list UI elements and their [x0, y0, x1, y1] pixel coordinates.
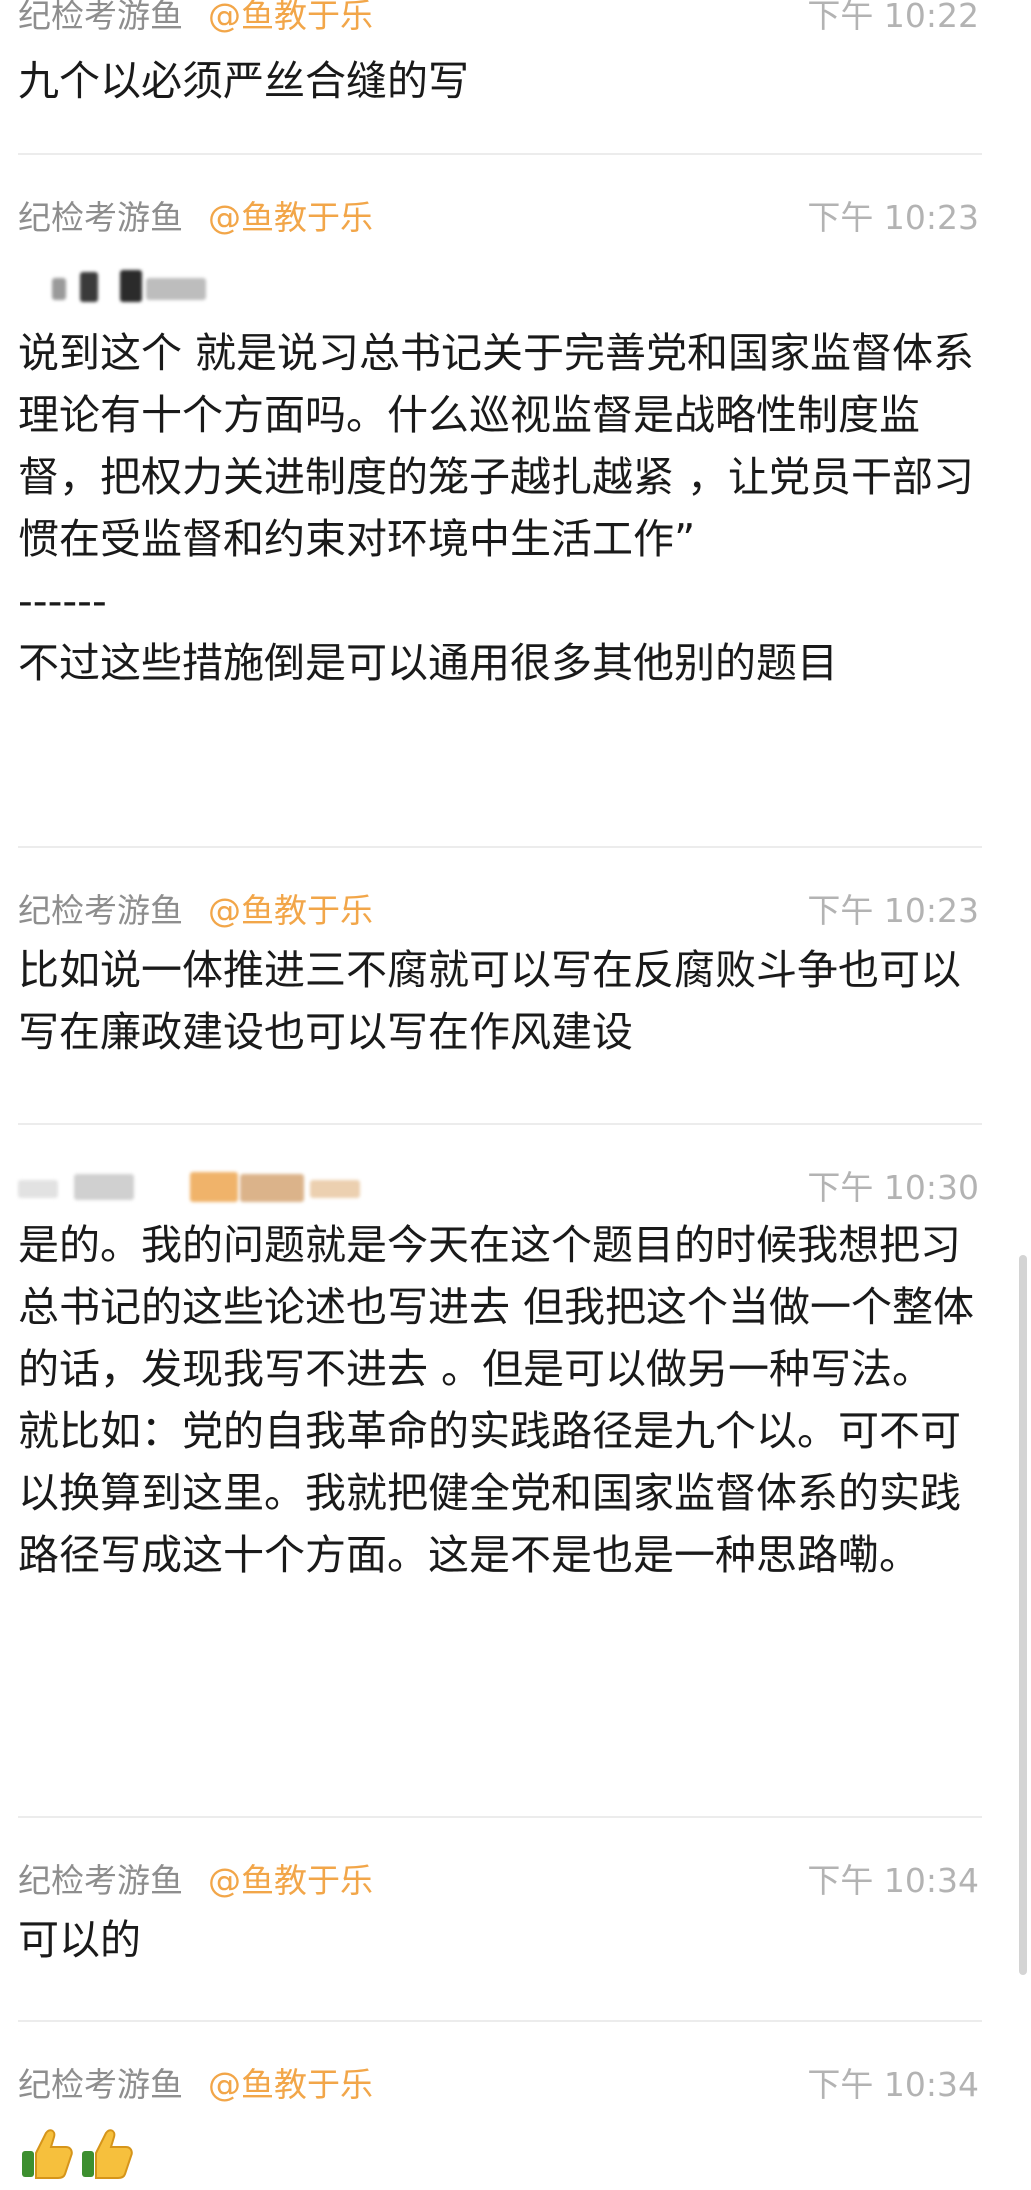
- message-header: 纪检考游鱼 @鱼教于乐 下午 10:34: [0, 1857, 1031, 1905]
- mention-tag[interactable]: @鱼教于乐: [208, 2061, 373, 2109]
- message-header: 纪检考游鱼 @鱼教于乐 下午 10:23: [0, 194, 1031, 242]
- sender-name[interactable]: 纪检考游鱼: [18, 2061, 183, 2109]
- message-header: 纪检考游鱼 @鱼教于乐 下午 10:34: [0, 2061, 1031, 2109]
- divider: [18, 153, 982, 155]
- mention-tag[interactable]: @鱼教于乐: [208, 0, 373, 40]
- blurred-sender-name[interactable]: [18, 1164, 378, 1212]
- message-header: 纪检考游鱼 @鱼教于乐 下午 10:22: [0, 0, 1031, 40]
- message-text: 可以的: [18, 1916, 141, 1964]
- mention-tag[interactable]: @鱼教于乐: [208, 1857, 373, 1905]
- thumbs-up-icon: [82, 2129, 133, 2179]
- sender-name[interactable]: 纪检考游鱼: [18, 1857, 183, 1905]
- message-text: 比如说一体推进三不腐就可以写在反腐败斗争也可以写在廉政建设也可以写在作风建设: [18, 946, 961, 1056]
- divider: [18, 1123, 982, 1125]
- message-time: 下午 10:34: [807, 1861, 979, 1900]
- scrollbar[interactable]: [1019, 1255, 1027, 1975]
- divider: [18, 1816, 982, 1818]
- message-time: 下午 10:23: [807, 198, 979, 237]
- divider: [18, 846, 982, 848]
- sender-name[interactable]: 纪检考游鱼: [18, 194, 183, 242]
- blurred-quote-name: [18, 266, 378, 314]
- sender-name[interactable]: 纪检考游鱼: [18, 887, 183, 935]
- emoji-row: [18, 2125, 138, 2185]
- mention-tag[interactable]: @鱼教于乐: [208, 194, 373, 242]
- message-header: 纪检考游鱼 @鱼教于乐 下午 10:23: [0, 887, 1031, 935]
- thumbs-up-icon: [22, 2129, 73, 2179]
- sender-name[interactable]: 纪检考游鱼: [18, 0, 183, 40]
- divider: [18, 2020, 982, 2022]
- message-text: 说到这个 就是说习总书记关于完善党和国家监督体系理论有十个方面吗。什么巡视监督是…: [18, 329, 975, 687]
- message-time: 下午 10:23: [807, 891, 979, 930]
- mention-tag[interactable]: @鱼教于乐: [208, 887, 373, 935]
- message-time: 下午 10:22: [807, 0, 979, 35]
- message-header: 下午 10:30: [0, 1164, 1031, 1212]
- message-text: 九个以必须严丝合缝的写: [18, 57, 469, 105]
- message-time: 下午 10:30: [807, 1168, 979, 1207]
- message-text: 是的。我的问题就是今天在这个题目的时候我想把习总书记的这些论述也写进去 但我把这…: [18, 1221, 975, 1579]
- message-time: 下午 10:34: [807, 2065, 979, 2104]
